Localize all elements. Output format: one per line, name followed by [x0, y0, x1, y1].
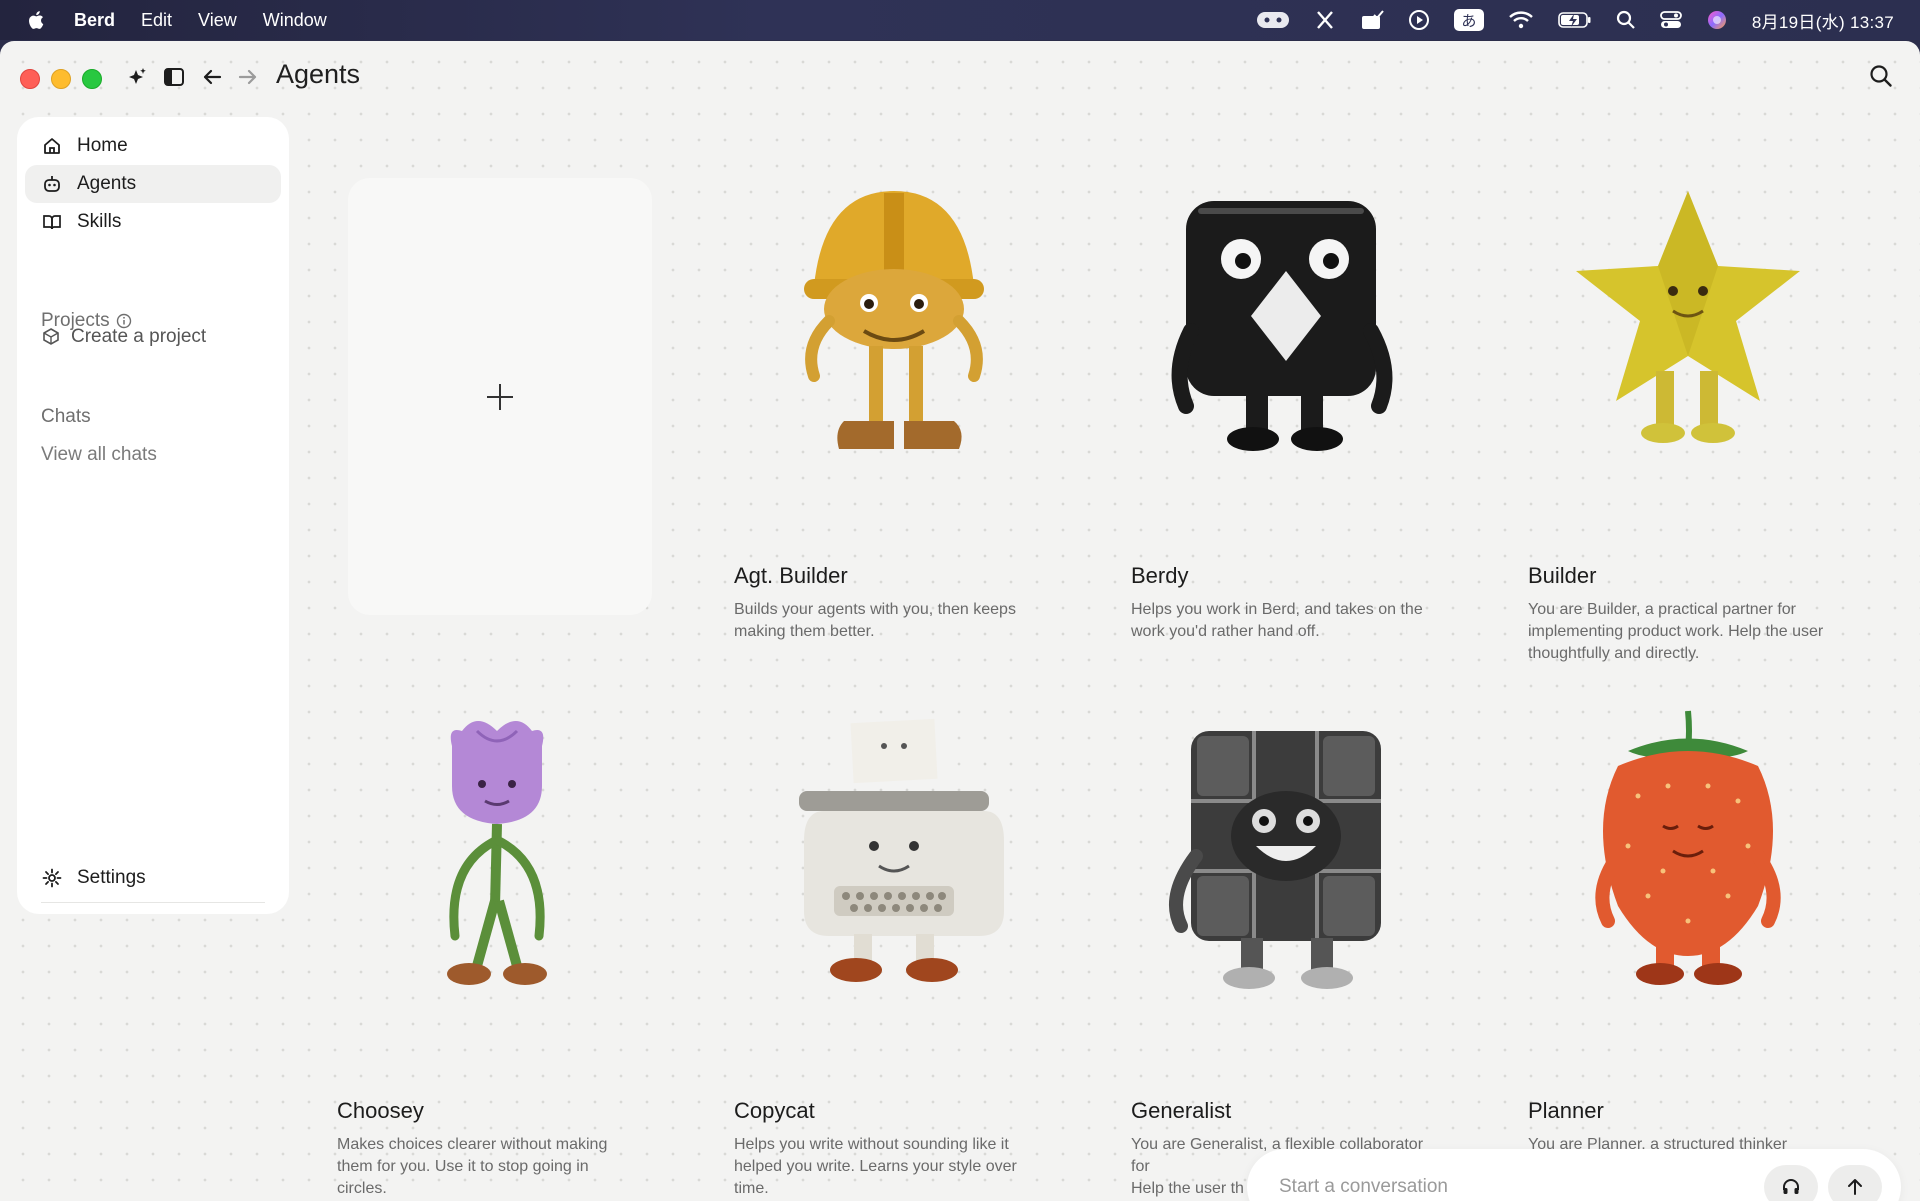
- hardhat-character-image: [804, 191, 984, 449]
- title-bar: Agents: [0, 41, 1920, 111]
- forward-arrow-icon[interactable]: [234, 63, 262, 91]
- plus-icon: [487, 383, 513, 410]
- chrome-cube-character-image: [1169, 731, 1381, 989]
- sidebar-toggle-icon[interactable]: [160, 63, 188, 91]
- home-icon: [41, 135, 63, 157]
- search-icon[interactable]: [1616, 10, 1636, 30]
- view-all-chats-link[interactable]: View all chats: [41, 444, 157, 466]
- menu-bar: Berd Edit View Window あ 8月19日(水) 13:37: [0, 0, 1920, 40]
- agent-card-berdy[interactable]: Berdy Helps you work in Berd, and takes …: [1131, 171, 1461, 671]
- page-title: Agents: [276, 59, 361, 89]
- siri-icon[interactable]: [1706, 9, 1728, 31]
- sidebar-item-label: Skills: [77, 211, 122, 232]
- sidebar-item-skills[interactable]: Skills: [25, 203, 281, 241]
- agent-name: Copycat: [734, 1098, 815, 1123]
- gamepad-icon[interactable]: [1256, 9, 1290, 31]
- x-icon[interactable]: [1314, 9, 1336, 31]
- book-icon: [41, 211, 63, 233]
- agent-name: Choosey: [337, 1098, 424, 1123]
- agent-name: Generalist: [1131, 1098, 1232, 1123]
- zoom-window-button[interactable]: [82, 69, 102, 89]
- menu-view[interactable]: View: [198, 10, 237, 31]
- back-arrow-icon[interactable]: [198, 63, 226, 91]
- agent-card-agt-builder[interactable]: Agt. Builder Builds your agents with you…: [734, 171, 1064, 671]
- menu-edit[interactable]: Edit: [141, 10, 172, 31]
- menu-window[interactable]: Window: [263, 10, 327, 31]
- gear-icon: [41, 867, 63, 889]
- battery-icon[interactable]: [1558, 11, 1592, 29]
- agent-description: You are Builder, a practical partner for…: [1528, 601, 1824, 662]
- agent-card-builder[interactable]: Builder You are Builder, a practical par…: [1528, 171, 1858, 671]
- chats-heading: Chats: [41, 406, 91, 427]
- minimize-window-button[interactable]: [51, 69, 71, 89]
- create-project-button[interactable]: Create a project: [41, 326, 206, 348]
- sidebar-item-agents[interactable]: Agents: [25, 165, 281, 203]
- create-project-label: Create a project: [71, 326, 207, 347]
- agent-card-choosey[interactable]: Choosey Makes choices clearer without ma…: [337, 706, 667, 1201]
- black-cube-character-image: [1171, 201, 1393, 451]
- chat-composer[interactable]: Start a conversation: [1247, 1149, 1901, 1201]
- sparkle-icon[interactable]: [122, 63, 150, 91]
- agent-description-text: Help the user th: [1131, 1180, 1244, 1197]
- headphones-icon: [1783, 1179, 1799, 1194]
- agent-card-copycat[interactable]: Copycat Helps you write without sounding…: [734, 706, 1064, 1201]
- sidebar-item-home[interactable]: Home: [25, 127, 281, 165]
- play-circle-icon[interactable]: [1408, 9, 1430, 31]
- input-method-icon[interactable]: あ: [1453, 9, 1484, 31]
- sidebar-item-label: Home: [77, 135, 128, 156]
- star-character-image: [1576, 191, 1800, 443]
- app-window: Agents Home Agents Skills Projects Creat…: [0, 41, 1920, 1201]
- agent-card-generalist[interactable]: Generalist You are Generalist, a flexibl…: [1131, 706, 1461, 1201]
- agent-name: Planner: [1528, 1098, 1604, 1123]
- sidebar-divider: [41, 902, 265, 903]
- settings-label: Settings: [77, 867, 146, 888]
- agent-name: Berdy: [1131, 563, 1189, 588]
- apple-icon[interactable]: [26, 9, 48, 31]
- agent-name: Agt. Builder: [734, 563, 848, 588]
- robot-icon: [41, 173, 63, 195]
- control-center-icon[interactable]: [1659, 10, 1682, 30]
- agent-card-planner[interactable]: Planner You are Planner, a structured th…: [1528, 706, 1858, 1201]
- composer-placeholder[interactable]: Start a conversation: [1279, 1149, 1448, 1201]
- window-search-icon[interactable]: [1868, 63, 1894, 94]
- arrow-up-icon: [1848, 1179, 1862, 1195]
- close-window-button[interactable]: [20, 69, 40, 89]
- agent-description: Helps you work in Berd, and takes on the…: [1131, 601, 1423, 640]
- typewriter-character-image: [799, 718, 1004, 982]
- new-agent-card[interactable]: [348, 178, 652, 615]
- sidebar-item-label: Agents: [77, 173, 137, 194]
- agent-description: Helps you write without sounding like it…: [734, 1136, 1017, 1197]
- tulip-character-image: [447, 721, 547, 985]
- wifi-icon[interactable]: [1508, 10, 1534, 30]
- clock[interactable]: 8月19日(水) 13:37: [1752, 8, 1894, 33]
- briefcase-check-icon[interactable]: [1360, 9, 1384, 31]
- sidebar-item-settings[interactable]: Settings: [25, 858, 281, 898]
- agent-name: Builder: [1528, 563, 1597, 588]
- menu-app-name[interactable]: Berd: [74, 10, 115, 31]
- cube-plus-icon: [43, 328, 59, 345]
- agent-description: Makes choices clearer without making the…: [337, 1136, 608, 1197]
- strawberry-character-image: [1595, 710, 1781, 985]
- send-button[interactable]: [1828, 1165, 1882, 1201]
- sidebar: Home Agents Skills Projects Create a pro…: [17, 117, 289, 914]
- agent-description: Builds your agents with you, then keeps …: [734, 601, 1016, 640]
- voice-mode-button[interactable]: [1764, 1165, 1818, 1201]
